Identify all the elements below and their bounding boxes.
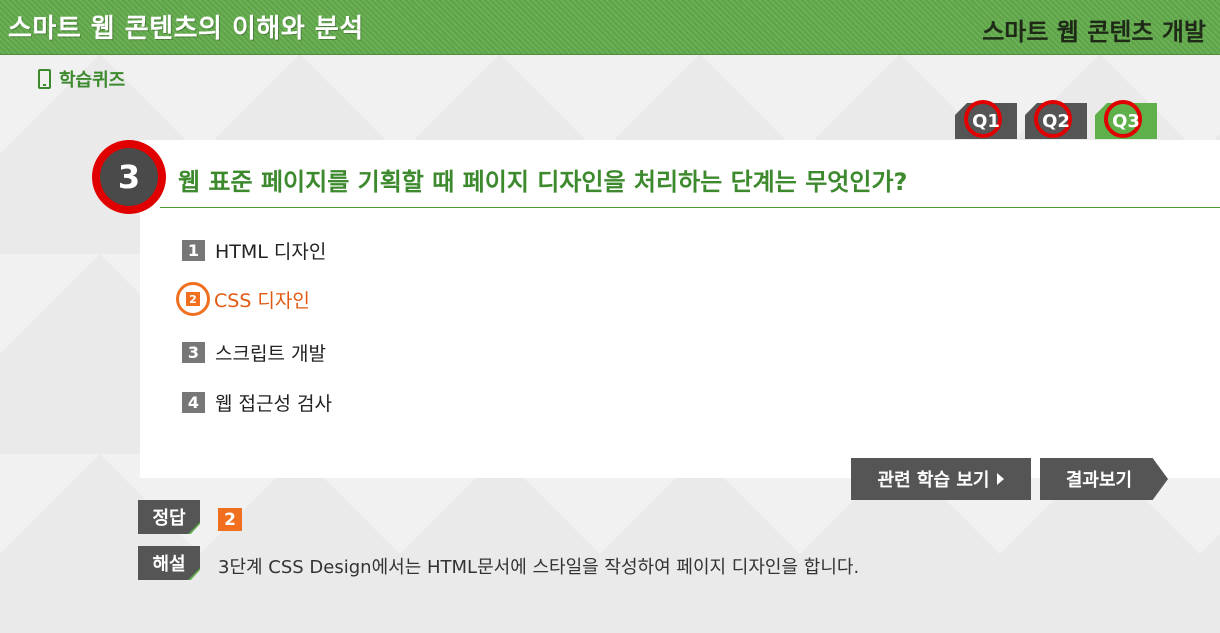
- related-study-button[interactable]: 관련 학습 보기: [851, 458, 1031, 500]
- option-4[interactable]: 4 웹 접근성 검사: [182, 389, 332, 416]
- section-label: 학습퀴즈: [38, 66, 125, 92]
- tab-q2-label: Q2: [1042, 110, 1070, 132]
- option-3[interactable]: 3 스크립트 개발: [182, 339, 326, 366]
- option-4-number: 4: [182, 392, 205, 413]
- course-title: 스마트 웹 콘텐츠의 이해와 분석: [8, 14, 364, 44]
- answer-tag: 정답: [138, 500, 200, 534]
- tab-q1-label: Q1: [972, 110, 1000, 132]
- tab-q3-label: Q3: [1112, 110, 1140, 132]
- question-number: 3: [100, 148, 158, 206]
- explanation-text: 3단계 CSS Design에서는 HTML문서에 스타일을 작성하여 페이지 …: [218, 557, 860, 578]
- tab-q3[interactable]: Q3: [1095, 100, 1157, 139]
- play-arrow-icon: [997, 473, 1005, 485]
- explanation-tag: 해설: [138, 546, 200, 580]
- option-1-number: 1: [182, 240, 205, 261]
- option-2[interactable]: 2 CSS 디자인: [176, 282, 310, 316]
- question-text: 웹 표준 페이지를 기획할 때 페이지 디자인을 처리하는 단계는 무엇인가?: [178, 168, 908, 196]
- related-study-label: 관련 학습 보기: [877, 470, 990, 491]
- option-2-label: CSS 디자인: [214, 289, 310, 312]
- option-4-label: 웹 접근성 검사: [215, 393, 332, 415]
- mobile-icon: [38, 69, 51, 89]
- option-2-number: 2: [186, 292, 200, 306]
- tab-q2[interactable]: Q2: [1025, 100, 1087, 139]
- explanation-tag-label: 해설: [152, 554, 186, 575]
- option-3-number: 3: [182, 342, 205, 363]
- view-result-label: 결과보기: [1065, 470, 1133, 491]
- question-divider: [160, 207, 1220, 208]
- option-3-label: 스크립트 개발: [215, 343, 326, 365]
- checked-answer-icon: 2: [176, 282, 210, 316]
- question-tabs: Q1 Q2 Q3: [955, 100, 1157, 139]
- option-1-label: HTML 디자인: [215, 241, 327, 263]
- tab-q1[interactable]: Q1: [955, 100, 1017, 139]
- header-bar: 스마트 웹 콘텐츠의 이해와 분석 스마트 웹 콘텐츠 개발: [0, 0, 1220, 55]
- answer-value-badge: 2: [218, 508, 242, 531]
- course-subtitle: 스마트 웹 콘텐츠 개발: [982, 18, 1206, 46]
- view-result-button[interactable]: 결과보기: [1040, 458, 1168, 500]
- answer-tag-label: 정답: [152, 508, 186, 529]
- option-1[interactable]: 1 HTML 디자인: [182, 237, 326, 264]
- section-label-text: 학습퀴즈: [59, 70, 126, 91]
